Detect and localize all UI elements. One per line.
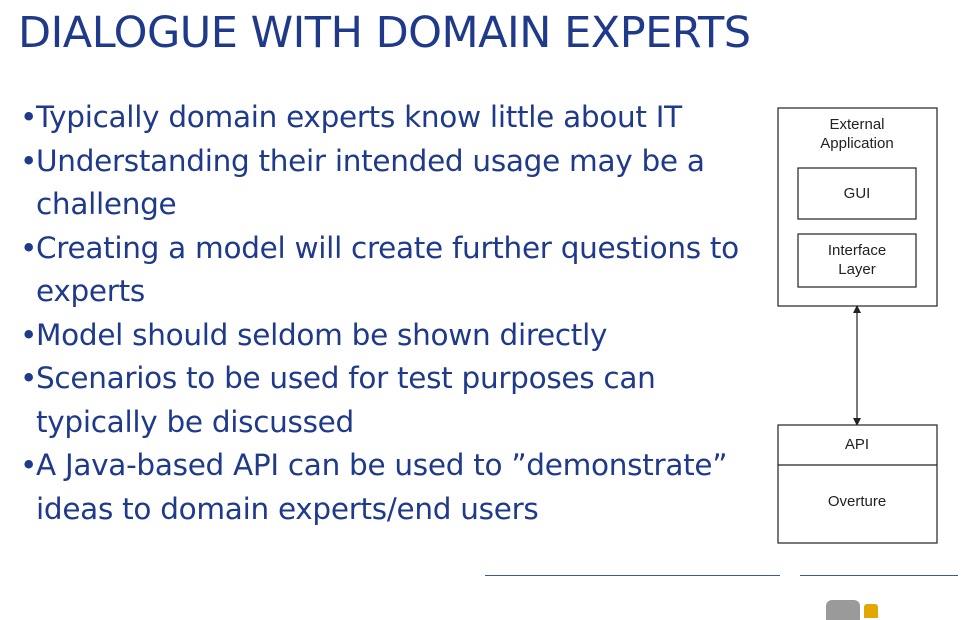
external-application-label: Application [820, 135, 893, 152]
interface-layer-label: Layer [838, 261, 876, 278]
api-label: API [845, 436, 869, 453]
footer-rule [485, 575, 780, 576]
architecture-diagram: External Application GUI Interface Layer… [777, 107, 938, 544]
footer-rule [800, 575, 958, 576]
external-application-label: External [829, 116, 884, 133]
overture-label: Overture [828, 493, 886, 510]
gui-label: GUI [844, 185, 871, 202]
logo-mark-icon [864, 604, 878, 618]
logo-icon [826, 600, 860, 620]
interface-layer-label: Interface [828, 242, 886, 259]
